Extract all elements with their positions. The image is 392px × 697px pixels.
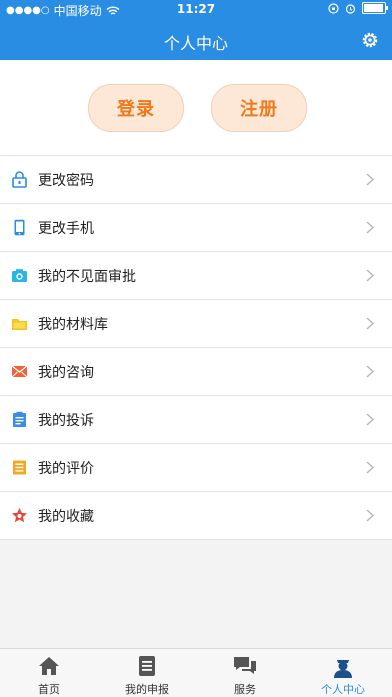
auth-section: 登录 注册 xyxy=(0,60,392,155)
menu-list: 更改密码 更改手机 我的不见面审批 我的材料库 我的咨询 我的投诉 我的评价 我… xyxy=(0,155,392,540)
menu-item-label: 我的评价 xyxy=(38,461,94,477)
menu-item-label: 我的咨询 xyxy=(38,365,94,381)
chevron-right-icon xyxy=(366,365,374,378)
menu-item-material-library[interactable]: 我的材料库 xyxy=(0,300,392,348)
chevron-right-icon xyxy=(366,269,374,282)
clipboard-icon xyxy=(13,411,26,427)
menu-item-label: 我的不见面审批 xyxy=(38,269,136,285)
chevron-right-icon xyxy=(366,221,374,234)
menu-item-change-phone[interactable]: 更改手机 xyxy=(0,204,392,252)
tab-label: 个人中心 xyxy=(321,683,365,696)
tab-home[interactable]: 首页 xyxy=(0,649,98,697)
folder-icon xyxy=(12,319,27,330)
navigation-bar: 个人中心 xyxy=(0,20,392,60)
lock-icon xyxy=(12,171,27,188)
camera-icon xyxy=(12,269,27,282)
menu-item-consultation[interactable]: 我的咨询 xyxy=(0,348,392,396)
tab-bar: 首页 我的申报 服务 个人中心 xyxy=(0,648,392,697)
tab-personal-center[interactable]: 个人中心 xyxy=(294,649,392,697)
chevron-right-icon xyxy=(366,173,374,186)
register-button[interactable]: 注册 xyxy=(211,84,307,132)
menu-item-label: 我的材料库 xyxy=(38,317,108,333)
user-icon xyxy=(334,660,352,678)
tab-my-applications[interactable]: 我的申报 xyxy=(98,649,196,697)
chevron-right-icon xyxy=(366,413,374,426)
mail-icon xyxy=(11,365,28,378)
chevron-right-icon xyxy=(366,317,374,330)
chat-icon xyxy=(234,657,256,674)
status-icons xyxy=(328,2,388,14)
menu-item-label: 我的投诉 xyxy=(38,413,94,429)
menu-item-label: 我的收藏 xyxy=(38,509,94,525)
chevron-right-icon xyxy=(366,461,374,474)
document-icon xyxy=(139,656,155,676)
gear-icon[interactable] xyxy=(360,30,380,50)
menu-item-remote-approval[interactable]: 我的不见面审批 xyxy=(0,252,392,300)
phone-icon xyxy=(14,219,25,236)
tab-services[interactable]: 服务 xyxy=(196,649,294,697)
home-icon xyxy=(39,657,59,675)
battery-icon xyxy=(362,2,388,14)
tab-label: 我的申报 xyxy=(125,683,169,696)
login-button[interactable]: 登录 xyxy=(88,84,184,132)
menu-item-label: 更改密码 xyxy=(38,173,94,189)
menu-item-change-password[interactable]: 更改密码 xyxy=(0,156,392,204)
menu-item-evaluation[interactable]: 我的评价 xyxy=(0,444,392,492)
chevron-right-icon xyxy=(366,509,374,522)
menu-item-label: 更改手机 xyxy=(38,221,94,237)
status-bar: ●●●●○ 中国移动 11:27 xyxy=(0,0,392,20)
star-icon xyxy=(12,508,27,523)
menu-item-favorites[interactable]: 我的收藏 xyxy=(0,492,392,540)
page-title: 个人中心 xyxy=(163,34,228,53)
menu-item-complaint[interactable]: 我的投诉 xyxy=(0,396,392,444)
rotation-lock-icon xyxy=(328,2,339,14)
alarm-icon xyxy=(345,3,356,14)
list-icon xyxy=(13,460,26,475)
tab-label: 服务 xyxy=(234,683,256,696)
tab-label: 首页 xyxy=(38,683,60,696)
